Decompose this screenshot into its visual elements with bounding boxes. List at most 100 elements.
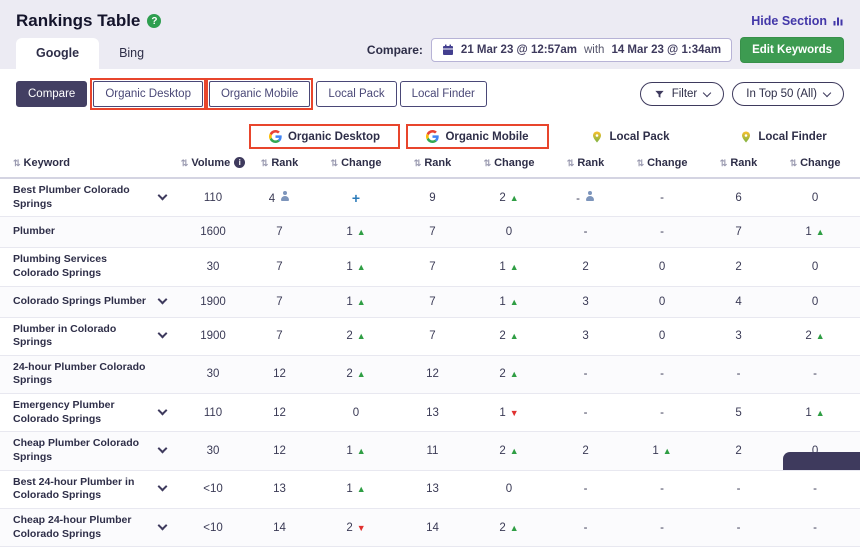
chevron-down-icon[interactable]	[158, 520, 168, 530]
keyword-cell: Cheap 24-hour Plumber Colorado Springs	[0, 508, 178, 546]
change-cell: -	[770, 508, 860, 546]
rank-cell: 11	[401, 432, 464, 470]
change-cell: 0	[311, 394, 401, 432]
info-icon[interactable]: i	[234, 157, 245, 168]
column-header-change[interactable]: ⇅Change	[770, 154, 860, 178]
tab-bing[interactable]: Bing	[99, 38, 164, 69]
up-arrow-icon: ▲	[510, 369, 519, 379]
rank-cell: 7	[401, 317, 464, 355]
rank-value: 7	[276, 330, 282, 342]
bar-chart-icon	[832, 15, 844, 27]
change-value: 2	[346, 368, 352, 380]
sort-icon: ⇅	[720, 158, 728, 168]
change-cell: 1▲	[311, 432, 401, 470]
table-row: Plumber in Colorado Springs190072▲72▲303…	[0, 317, 860, 355]
column-header-change[interactable]: ⇅Change	[311, 154, 401, 178]
hide-section-label: Hide Section	[751, 14, 827, 28]
volume-cell: 30	[178, 432, 248, 470]
bottom-right-widget[interactable]	[783, 452, 860, 470]
organic-mobile-button[interactable]: Organic Mobile	[209, 81, 310, 107]
edit-keywords-button[interactable]: Edit Keywords	[740, 37, 844, 63]
compare-button[interactable]: Compare	[16, 81, 87, 107]
table-row: 24-hour Plumber Colorado Springs30122▲12…	[0, 355, 860, 393]
volume-cell: 110	[178, 394, 248, 432]
change-value: 1	[346, 445, 352, 457]
chevron-down-icon[interactable]	[158, 294, 168, 304]
rank-value: -	[584, 483, 588, 495]
rank-cell: -	[554, 470, 617, 508]
volume-cell: 110	[178, 178, 248, 217]
map-pin-icon	[591, 131, 603, 143]
change-value: 0	[812, 296, 818, 308]
volume-cell: 1900	[178, 317, 248, 355]
column-header-change[interactable]: ⇅Change	[617, 154, 707, 178]
top-filter-label: In Top 50 (All)	[746, 88, 817, 100]
rank-value: -	[576, 193, 580, 205]
chevron-down-icon[interactable]	[158, 329, 168, 339]
tab-google[interactable]: Google	[16, 38, 99, 69]
table-row: Colorado Springs Plumber190071▲71▲3040	[0, 286, 860, 317]
column-header-volume[interactable]: ⇅Volumei	[178, 154, 248, 178]
rank-value: 6	[735, 192, 741, 204]
keyword-label: 24-hour Plumber Colorado Springs	[13, 361, 145, 387]
up-arrow-icon: ▲	[663, 446, 672, 456]
rank-value: 3	[735, 330, 741, 342]
help-icon[interactable]: ?	[147, 14, 161, 28]
chevron-down-icon[interactable]	[158, 482, 168, 492]
organic-desktop-button[interactable]: Organic Desktop	[93, 81, 203, 107]
column-header-rank[interactable]: ⇅Rank	[401, 154, 464, 178]
top-filter-dropdown[interactable]: In Top 50 (All)	[732, 82, 844, 106]
chevron-down-icon[interactable]	[158, 190, 168, 200]
change-cell: -	[617, 217, 707, 248]
rank-value: 3	[582, 296, 588, 308]
up-arrow-icon: ▲	[510, 193, 519, 203]
up-arrow-icon: ▲	[357, 262, 366, 272]
rank-cell: 2	[707, 248, 770, 286]
rank-cell: 7	[248, 217, 311, 248]
rank-cell: -	[707, 508, 770, 546]
highlight-box-organic-desktop-button: Organic Desktop	[90, 78, 206, 110]
column-header-rank[interactable]: ⇅Rank	[554, 154, 617, 178]
calendar-icon	[442, 44, 454, 56]
keyword-label: Plumbing Services Colorado Springs	[13, 253, 107, 279]
table-row: Plumber160071▲70--71▲	[0, 217, 860, 248]
compare-with-label: with	[584, 44, 604, 56]
rank-value: 2	[735, 445, 741, 457]
change-cell: 1▲	[464, 248, 554, 286]
rank-cell: 7	[248, 248, 311, 286]
rank-value: -	[737, 522, 741, 534]
hide-section-link[interactable]: Hide Section	[751, 14, 844, 28]
group-label: Local Pack	[609, 131, 669, 143]
rank-value: 9	[429, 192, 435, 204]
keyword-label: Colorado Springs Plumber	[13, 295, 146, 307]
rank-cell: 4	[707, 286, 770, 317]
sort-icon: ⇅	[484, 158, 492, 168]
column-header-keyword[interactable]: ⇅Keyword	[0, 154, 178, 178]
rank-cell: -	[554, 355, 617, 393]
local-pack-button[interactable]: Local Pack	[316, 81, 396, 107]
google-icon	[426, 130, 439, 143]
column-header-rank[interactable]: ⇅Rank	[707, 154, 770, 178]
change-cell: -	[617, 355, 707, 393]
local-finder-button[interactable]: Local Finder	[400, 81, 487, 107]
up-arrow-icon: ▲	[510, 297, 519, 307]
column-header-rank[interactable]: ⇅Rank	[248, 154, 311, 178]
up-arrow-icon: ▲	[510, 262, 519, 272]
column-header-change[interactable]: ⇅Change	[464, 154, 554, 178]
change-cell: 1▲	[770, 394, 860, 432]
chevron-down-icon[interactable]	[158, 405, 168, 415]
filter-dropdown[interactable]: Filter	[640, 82, 725, 106]
sort-icon: ⇅	[181, 158, 189, 168]
rank-value: 2	[735, 261, 741, 273]
rank-cell: 5	[707, 394, 770, 432]
change-value: 0	[659, 296, 665, 308]
rank-cell: 7	[707, 217, 770, 248]
table-row: Emergency Plumber Colorado Springs110120…	[0, 394, 860, 432]
keyword-cell: Colorado Springs Plumber	[0, 286, 178, 317]
up-arrow-icon: ▲	[357, 297, 366, 307]
date-range-picker[interactable]: 21 Mar 23 @ 12:57am with 14 Mar 23 @ 1:3…	[431, 38, 732, 62]
map-pin-icon	[740, 131, 752, 143]
rank-cell: 3	[554, 317, 617, 355]
chevron-down-icon[interactable]	[158, 444, 168, 454]
up-arrow-icon: ▲	[510, 331, 519, 341]
